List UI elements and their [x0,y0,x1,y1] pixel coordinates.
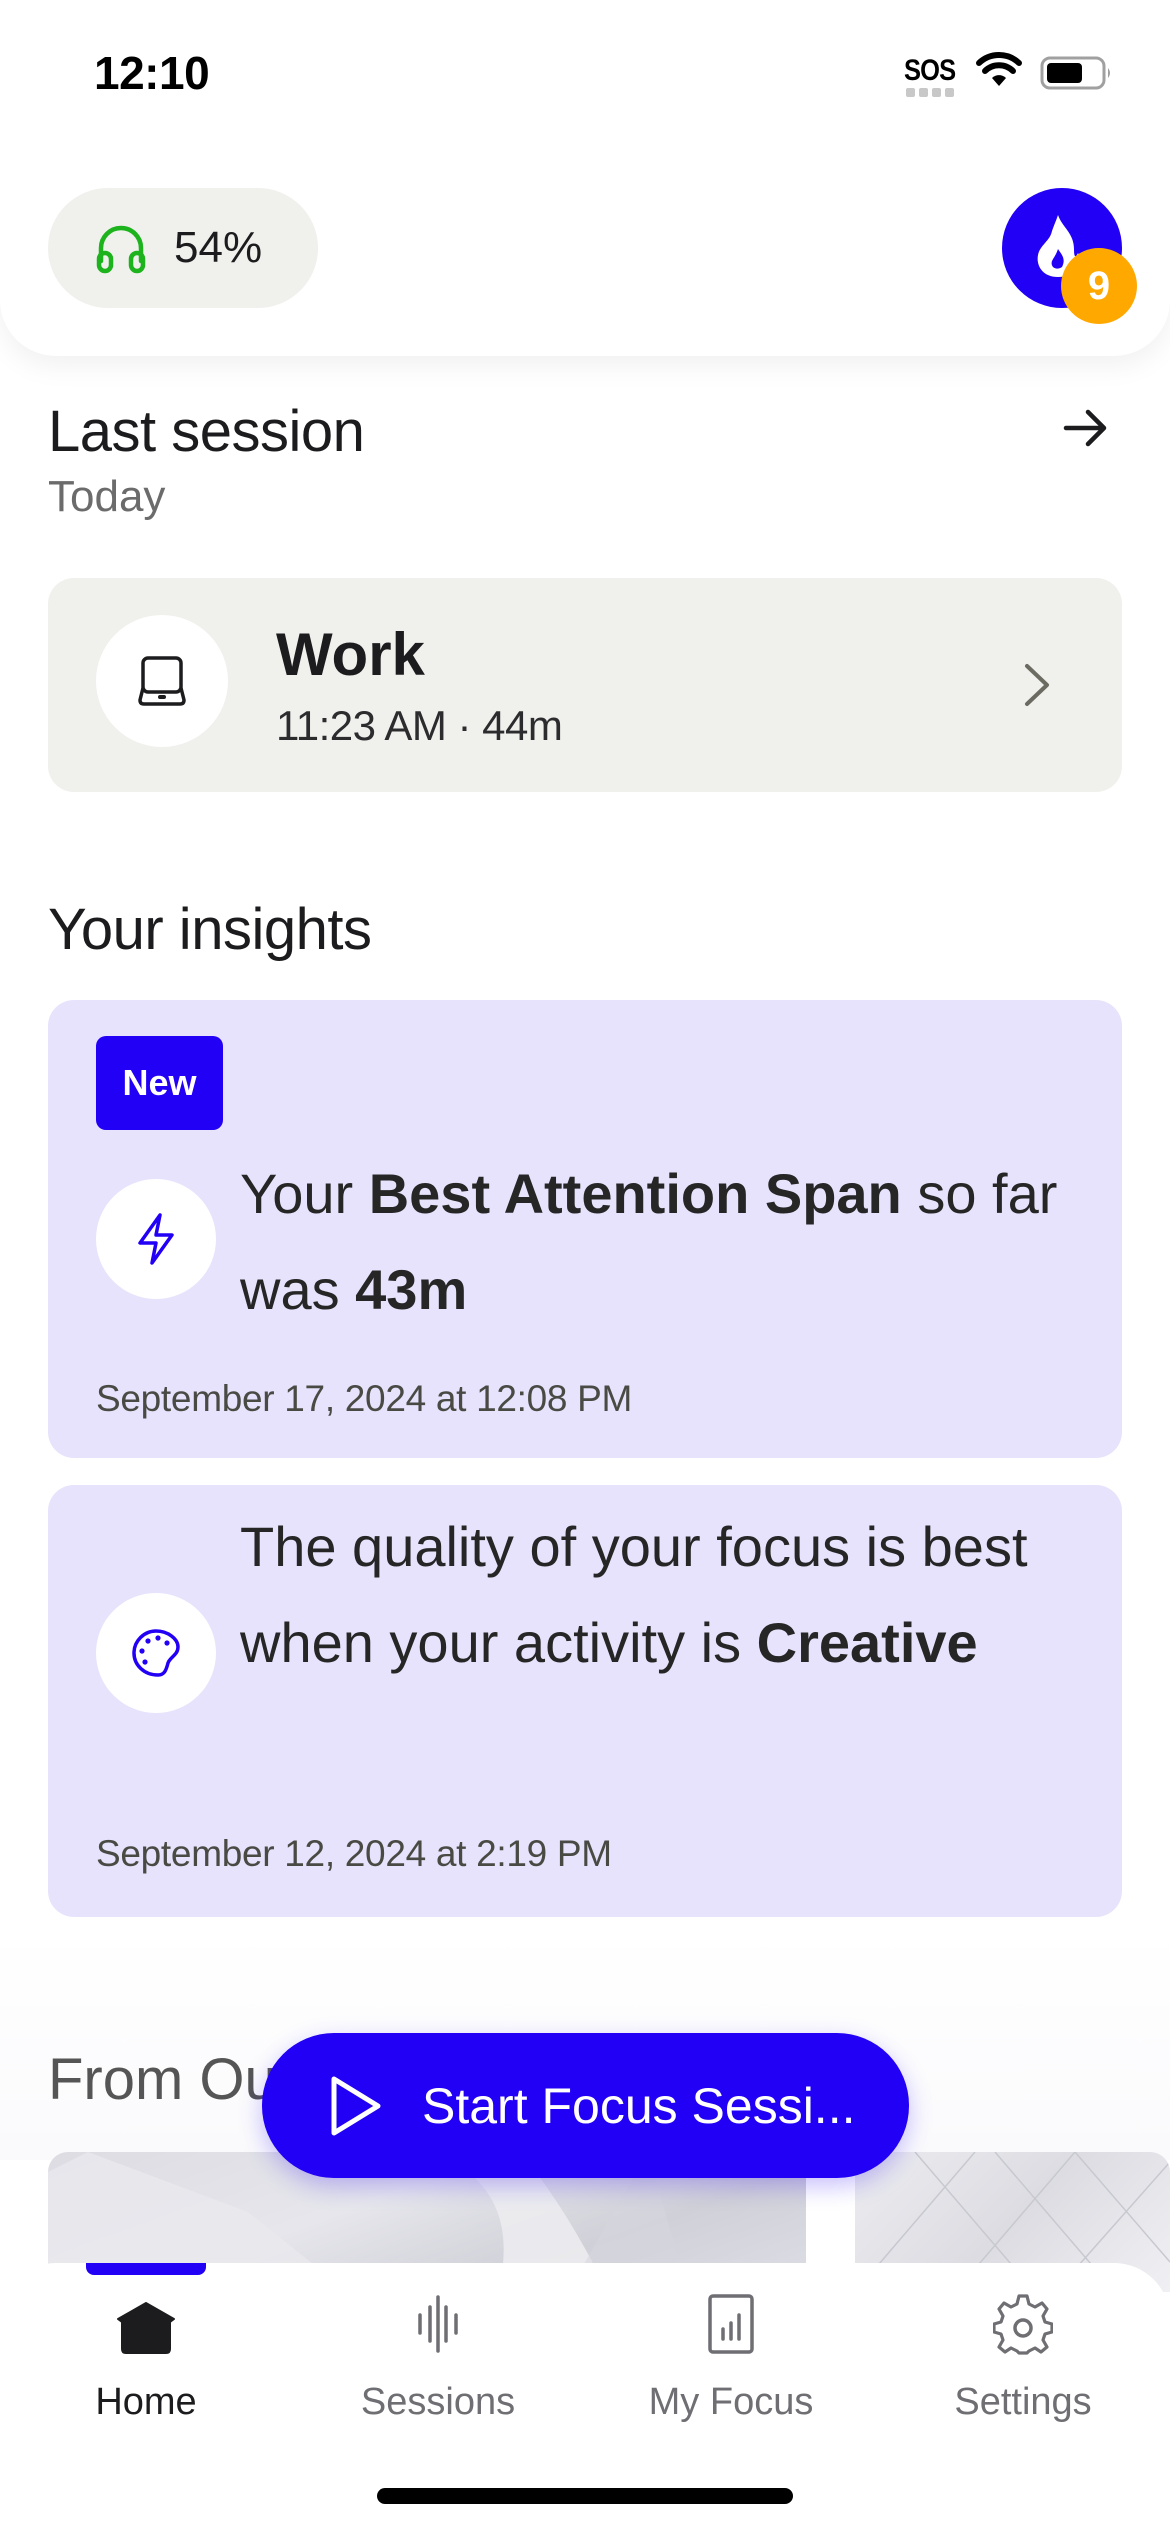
chart-icon [708,2294,754,2354]
last-session-subtitle: Today [48,472,166,521]
gear-icon [993,2294,1053,2355]
session-meta: 11:23 AM · 44m [276,702,563,749]
headphones-icon [96,225,146,274]
insight-date: September 17, 2024 at 12:08 PM [96,1378,633,1419]
start-focus-session-button[interactable]: Start Focus Sessi... [262,2033,909,2178]
header-card: 12:10 SOS 54% 9 [0,0,1170,356]
tab-home[interactable]: Home [0,2293,292,2443]
home-indicator[interactable] [377,2488,793,2504]
insight-icon-circle [96,1179,216,1299]
insight-text: The quality of your focus is best when y… [240,1499,1080,1691]
insights-title: Your insights [48,897,372,962]
tab-my-focus[interactable]: My Focus [585,2293,877,2443]
signal-dots [906,88,954,97]
status-time: 12:10 [94,47,210,99]
laptop-icon [138,656,186,706]
tab-label: Settings [954,2381,1092,2423]
wifi-icon [976,52,1022,86]
last-session-title: Last session [48,399,365,464]
chevron-right-icon [1025,664,1049,706]
tab-label: Home [95,2381,197,2423]
lightning-icon [138,1213,174,1265]
insight-date: September 12, 2024 at 2:19 PM [96,1833,612,1874]
last-session-card[interactable]: Work 11:23 AM · 44m [48,578,1122,792]
session-activity: Work [276,621,425,688]
tab-label: My Focus [648,2381,814,2423]
status-bar: 12:10 SOS [0,0,1170,130]
tab-settings[interactable]: Settings [877,2293,1169,2443]
insight-value: 43m [355,1258,468,1321]
tab-sessions[interactable]: Sessions [292,2293,584,2443]
insight-text-part: Your [240,1162,369,1225]
new-badge: New [96,1036,223,1130]
headphone-battery-value: 54% [174,223,263,272]
arrow-right-icon[interactable] [1060,404,1112,452]
from-our-title: From Our [48,2047,297,2112]
streak-count-badge: 9 [1061,248,1137,324]
insight-highlight: Best Attention Span [368,1162,902,1225]
sound-wave-icon [418,2295,458,2353]
insight-highlight: Creative [756,1611,978,1674]
home-icon [117,2302,175,2354]
battery-icon [1040,56,1110,90]
insight-card[interactable]: The quality of your focus is best when y… [48,1485,1122,1917]
session-icon-circle [96,615,228,747]
fab-label: Start Focus Sessi... [422,2077,856,2134]
active-tab-indicator [86,2263,206,2275]
play-icon [331,2076,381,2135]
headphone-battery-pill[interactable]: 54% [48,188,318,308]
insight-icon-circle [96,1593,216,1713]
insight-text: Your Best Attention Span so far was 43m [240,1146,1080,1338]
carrier-label: SOS [904,54,956,87]
tab-label: Sessions [360,2381,516,2423]
palette-icon [132,1629,180,1677]
insight-card[interactable]: New Your Best Attention Span so far was … [48,1000,1122,1458]
